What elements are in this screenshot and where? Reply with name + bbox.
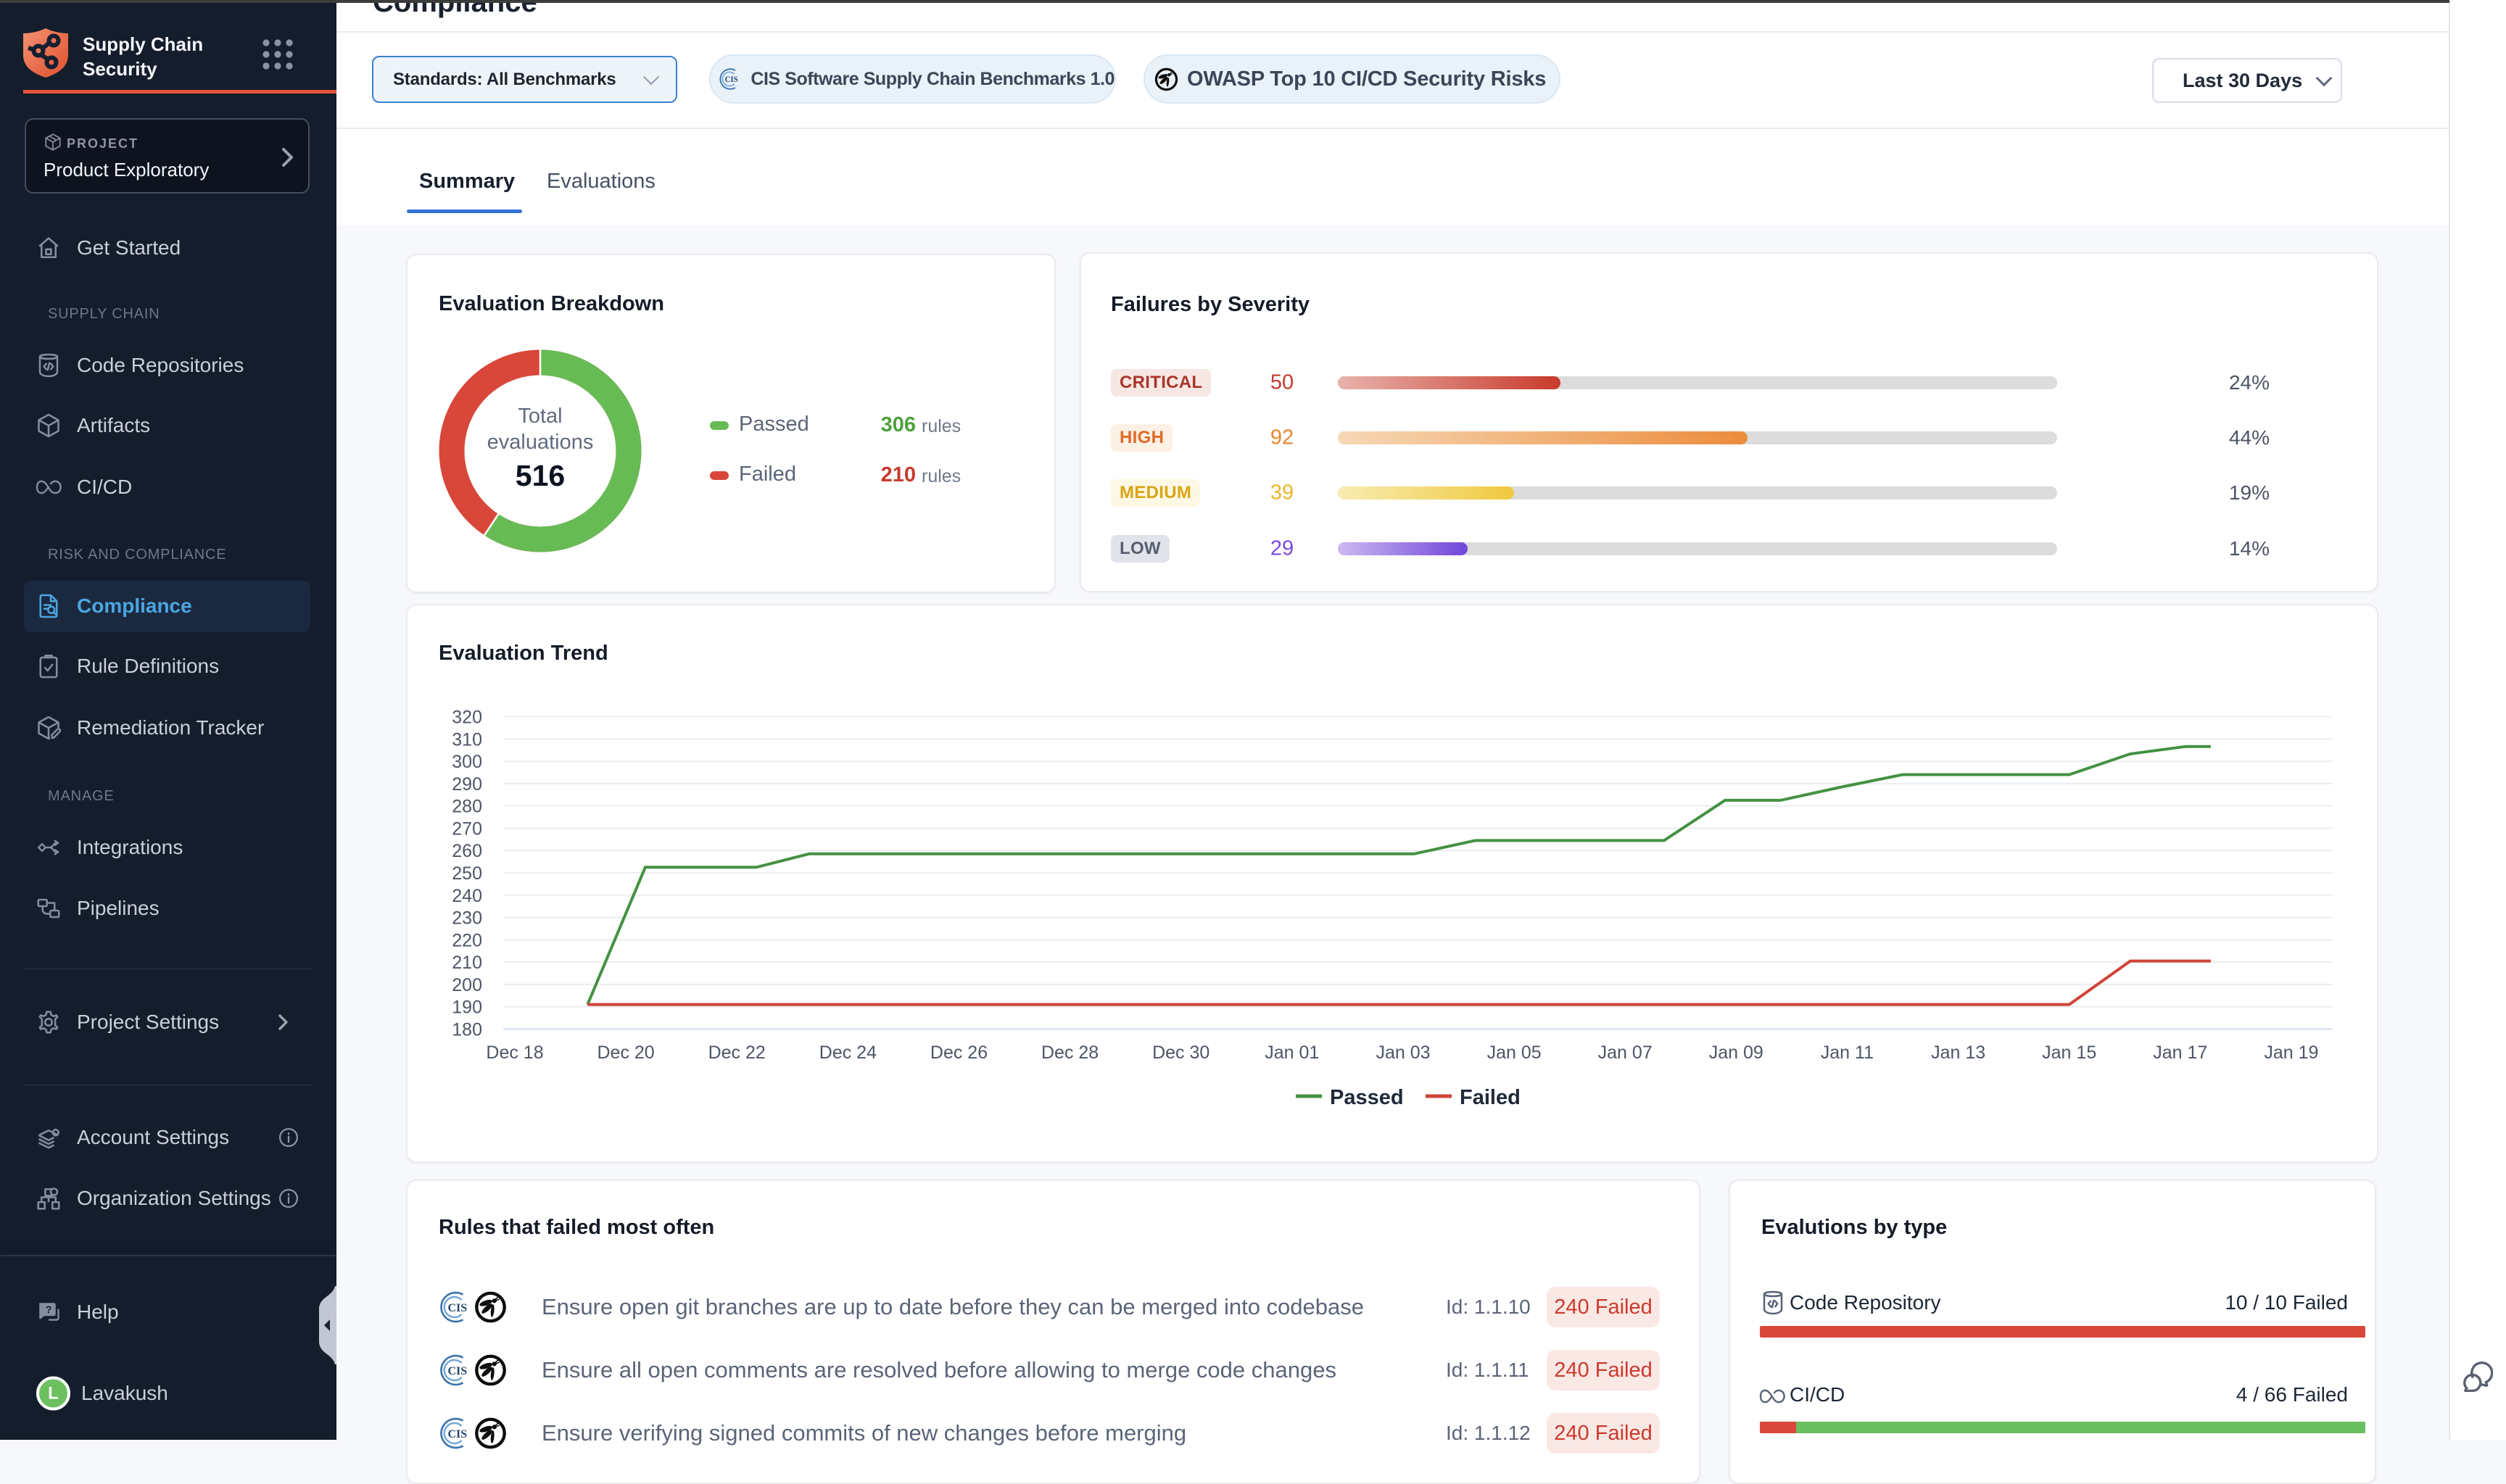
svg-text:300: 300 <box>452 752 482 772</box>
svg-text:290: 290 <box>452 774 482 795</box>
svg-text:Jan 19: Jan 19 <box>2264 1042 2318 1063</box>
svg-text:Dec 28: Dec 28 <box>1041 1042 1099 1063</box>
svg-text:180: 180 <box>452 1020 482 1040</box>
svg-text:200: 200 <box>452 975 482 995</box>
svg-text:Jan 07: Jan 07 <box>1598 1042 1653 1063</box>
svg-text:Dec 22: Dec 22 <box>708 1042 766 1063</box>
svg-text:Dec 30: Dec 30 <box>1152 1042 1209 1063</box>
svg-text:Jan 13: Jan 13 <box>1931 1042 1985 1063</box>
svg-text:260: 260 <box>452 841 482 861</box>
svg-text:270: 270 <box>452 818 482 839</box>
svg-text:Jan 15: Jan 15 <box>2042 1042 2096 1063</box>
svg-text:Jan 11: Jan 11 <box>1821 1042 1874 1063</box>
svg-text:Jan 05: Jan 05 <box>1487 1042 1542 1063</box>
svg-text:516: 516 <box>516 459 565 492</box>
svg-text:Passed: Passed <box>1330 1086 1404 1109</box>
svg-text:Jan 01: Jan 01 <box>1265 1042 1319 1063</box>
svg-text:Dec 20: Dec 20 <box>597 1042 654 1063</box>
svg-text:210: 210 <box>452 953 482 973</box>
svg-text:Jan 17: Jan 17 <box>2153 1042 2207 1063</box>
svg-text:Dec 24: Dec 24 <box>819 1042 877 1063</box>
svg-text:Jan 09: Jan 09 <box>1709 1042 1763 1063</box>
svg-text:Jan 03: Jan 03 <box>1376 1042 1430 1063</box>
svg-text:Total: Total <box>518 405 562 428</box>
svg-text:?: ? <box>46 1304 52 1316</box>
svg-text:230: 230 <box>452 908 482 929</box>
svg-text:250: 250 <box>452 863 482 884</box>
svg-text:evaluations: evaluations <box>487 431 594 454</box>
svg-text:Failed: Failed <box>1460 1086 1521 1109</box>
svg-text:240: 240 <box>452 886 482 906</box>
svg-text:220: 220 <box>452 930 482 950</box>
svg-text:Dec 26: Dec 26 <box>930 1042 988 1063</box>
svg-text:280: 280 <box>452 797 482 817</box>
svg-text:310: 310 <box>452 729 482 750</box>
svg-text:320: 320 <box>452 708 482 728</box>
svg-text:Dec 18: Dec 18 <box>486 1042 543 1063</box>
svg-text:190: 190 <box>452 998 482 1018</box>
